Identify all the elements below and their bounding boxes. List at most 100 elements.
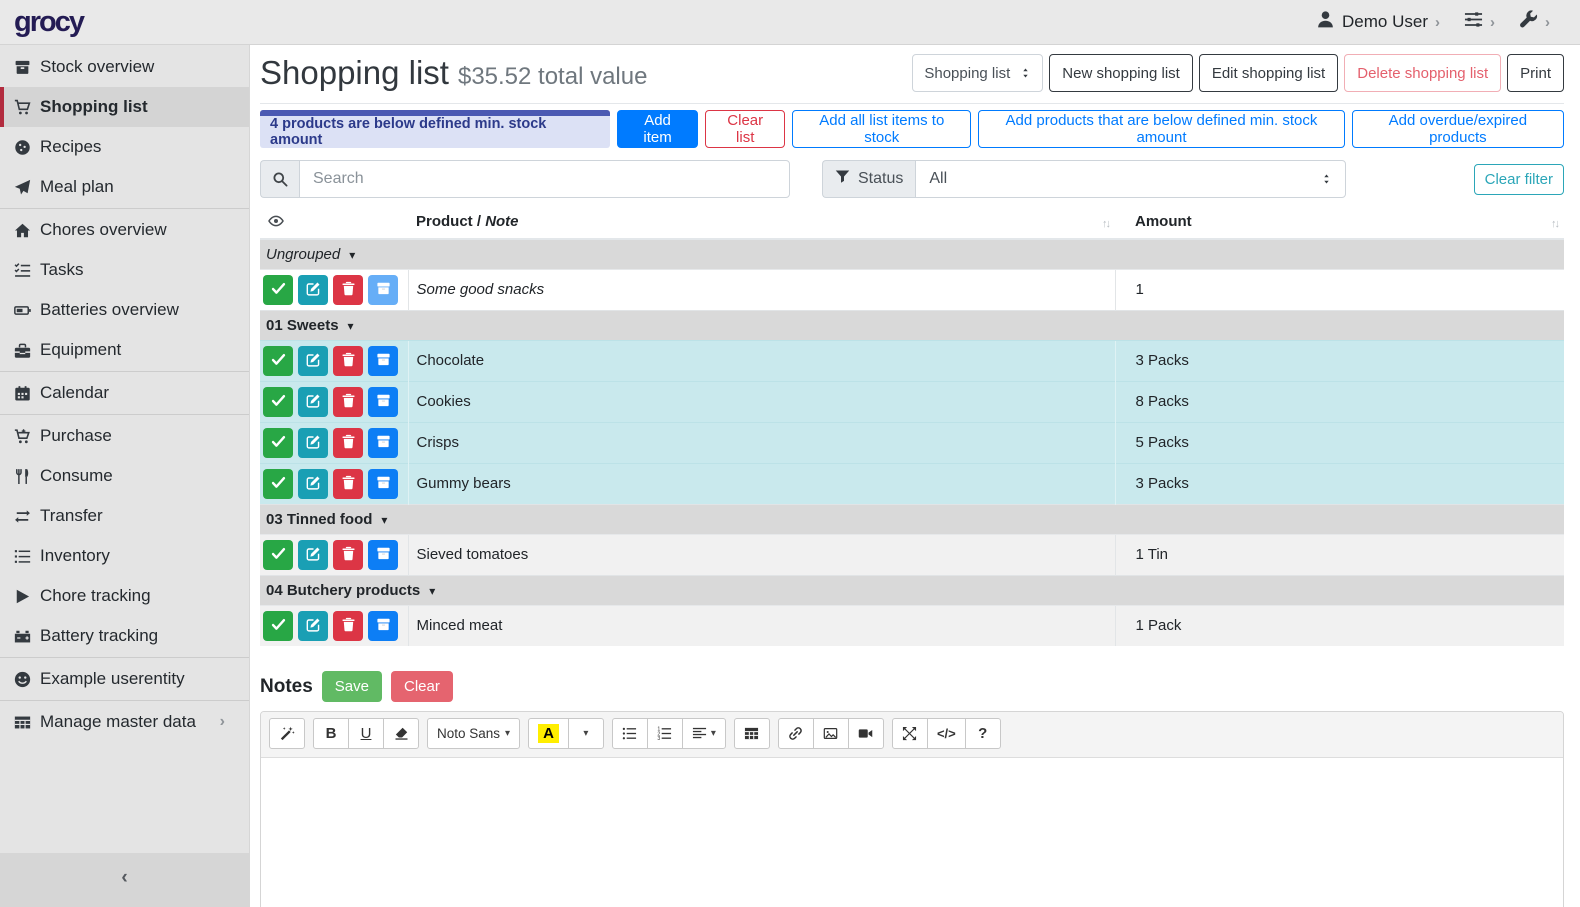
- link-button[interactable]: [778, 718, 814, 749]
- done-button[interactable]: [263, 469, 293, 499]
- code-view-button[interactable]: </>: [927, 718, 966, 749]
- edit-button[interactable]: [298, 387, 328, 417]
- eraser-button[interactable]: [383, 718, 419, 749]
- new-shopping-list-button[interactable]: New shopping list: [1049, 54, 1193, 92]
- product-group-row[interactable]: Ungrouped▾: [260, 239, 1564, 269]
- unordered-list-button[interactable]: [612, 718, 648, 749]
- delete-button[interactable]: [333, 428, 363, 458]
- add-overdue-button[interactable]: Add overdue/expired products: [1352, 110, 1564, 148]
- sidebar-item-chore-tracking[interactable]: Chore tracking: [0, 576, 249, 616]
- edit-button[interactable]: [298, 469, 328, 499]
- done-button[interactable]: [263, 387, 293, 417]
- video-button[interactable]: [848, 718, 884, 749]
- clear-notes-button[interactable]: Clear: [391, 671, 453, 702]
- page-title: Shopping list$35.52 total value: [260, 54, 647, 92]
- sidebar-collapse-button[interactable]: ‹: [0, 853, 249, 907]
- sidebar-item-example-userentity[interactable]: Example userentity: [0, 659, 249, 699]
- product-group-row[interactable]: 01 Sweets▾: [260, 310, 1564, 340]
- sidebar-item-stock-overview[interactable]: Stock overview: [0, 47, 249, 87]
- shopping-list-select[interactable]: Shopping list: [912, 54, 1043, 92]
- sidebar-item-equipment[interactable]: Equipment: [0, 330, 249, 370]
- done-button[interactable]: [263, 540, 293, 570]
- fore-color-button[interactable]: A: [528, 718, 569, 749]
- add-to-stock-button[interactable]: [368, 540, 398, 570]
- page-title-text: Shopping list: [260, 54, 449, 91]
- edit-button[interactable]: [298, 346, 328, 376]
- product-group-row[interactable]: 03 Tinned food▾: [260, 504, 1564, 534]
- paragraph-button[interactable]: ▾: [682, 718, 726, 749]
- status-filter-select[interactable]: All: [915, 160, 1346, 198]
- add-to-stock-button[interactable]: [368, 387, 398, 417]
- delete-button[interactable]: [333, 387, 363, 417]
- sidebar-item-recipes[interactable]: Recipes: [0, 127, 249, 167]
- shopping-list-row: Cookies8 Packs: [260, 381, 1564, 422]
- box-icon: [376, 281, 391, 299]
- caret-down-icon: ▾: [348, 319, 354, 333]
- delete-button[interactable]: [333, 346, 363, 376]
- bold-button[interactable]: B: [313, 718, 349, 749]
- search-input[interactable]: [299, 160, 790, 198]
- sidebar-item-transfer[interactable]: Transfer: [0, 496, 249, 536]
- table-grid-button[interactable]: [734, 718, 770, 749]
- edit-shopping-list-button[interactable]: Edit shopping list: [1199, 54, 1338, 92]
- sidebar-item-purchase[interactable]: Purchase: [0, 416, 249, 456]
- add-to-stock-button[interactable]: [368, 469, 398, 499]
- picture-button[interactable]: [813, 718, 849, 749]
- admin-menu[interactable]: ›: [1519, 10, 1550, 34]
- done-button[interactable]: [263, 611, 293, 641]
- delete-button[interactable]: [333, 469, 363, 499]
- sidebar-item-chores-overview[interactable]: Chores overview: [0, 210, 249, 250]
- chevron-left-icon: ‹: [121, 867, 127, 889]
- font-name-button[interactable]: Noto Sans▾: [427, 718, 520, 749]
- sidebar-divider: [0, 371, 249, 372]
- sidebar-item-tasks[interactable]: Tasks: [0, 250, 249, 290]
- add-to-stock-button[interactable]: [368, 275, 398, 305]
- sidebar-item-shopping-list[interactable]: Shopping list: [0, 87, 249, 127]
- add-to-stock-button[interactable]: [368, 611, 398, 641]
- sidebar-item-consume[interactable]: Consume: [0, 456, 249, 496]
- amount-column-header[interactable]: Amount ↑↓: [1115, 206, 1564, 239]
- clear-filter-button[interactable]: Clear filter: [1474, 164, 1564, 195]
- delete-shopping-list-button[interactable]: Delete shopping list: [1344, 54, 1501, 92]
- sidebar-item-meal-plan[interactable]: Meal plan: [0, 167, 249, 207]
- done-button[interactable]: [263, 346, 293, 376]
- delete-button[interactable]: [333, 275, 363, 305]
- product-name-cell: Sieved tomatoes: [408, 534, 1115, 575]
- ordered-list-button[interactable]: 123: [647, 718, 683, 749]
- add-item-button[interactable]: Add item: [617, 110, 698, 148]
- sidebar-item-inventory[interactable]: Inventory: [0, 536, 249, 576]
- clear-list-button[interactable]: Clear list: [705, 110, 785, 148]
- add-all-to-stock-button[interactable]: Add all list items to stock: [792, 110, 971, 148]
- fullscreen-button[interactable]: [892, 718, 928, 749]
- sidebar-item-manage-master-data[interactable]: Manage master data›: [0, 702, 249, 742]
- cart-icon: [14, 99, 40, 116]
- edit-button[interactable]: [298, 611, 328, 641]
- add-to-stock-button[interactable]: [368, 346, 398, 376]
- sidebar-item-battery-tracking[interactable]: Battery tracking: [0, 616, 249, 656]
- delete-button[interactable]: [333, 611, 363, 641]
- edit-button[interactable]: [298, 540, 328, 570]
- print-button[interactable]: Print: [1507, 54, 1564, 92]
- add-below-min-stock-button[interactable]: Add products that are below defined min.…: [978, 110, 1345, 148]
- edit-button[interactable]: [298, 275, 328, 305]
- sidebar-item-calendar[interactable]: Calendar: [0, 373, 249, 413]
- product-group-row[interactable]: 04 Butchery products▾: [260, 575, 1564, 605]
- delete-button[interactable]: [333, 540, 363, 570]
- done-button[interactable]: [263, 275, 293, 305]
- user-menu[interactable]: Demo User ›: [1316, 10, 1440, 34]
- color-caret-button[interactable]: ▾: [568, 718, 604, 749]
- underline-button[interactable]: U: [348, 718, 384, 749]
- notes-editor-content[interactable]: [261, 758, 1563, 907]
- help-button[interactable]: ?: [965, 718, 1001, 749]
- sidebar-item-batteries-overview[interactable]: Batteries overview: [0, 290, 249, 330]
- magic-wand-button[interactable]: [269, 718, 305, 749]
- editor-toolbar-group: [778, 718, 884, 749]
- done-button[interactable]: [263, 428, 293, 458]
- product-column-header[interactable]: Product / Note ↑↓: [408, 206, 1115, 239]
- add-to-stock-button[interactable]: [368, 428, 398, 458]
- settings-menu[interactable]: ›: [1464, 10, 1495, 34]
- save-notes-button[interactable]: Save: [322, 671, 382, 702]
- status-filter-label: Status: [822, 160, 915, 198]
- edit-button[interactable]: [298, 428, 328, 458]
- visibility-column-header[interactable]: [260, 206, 408, 239]
